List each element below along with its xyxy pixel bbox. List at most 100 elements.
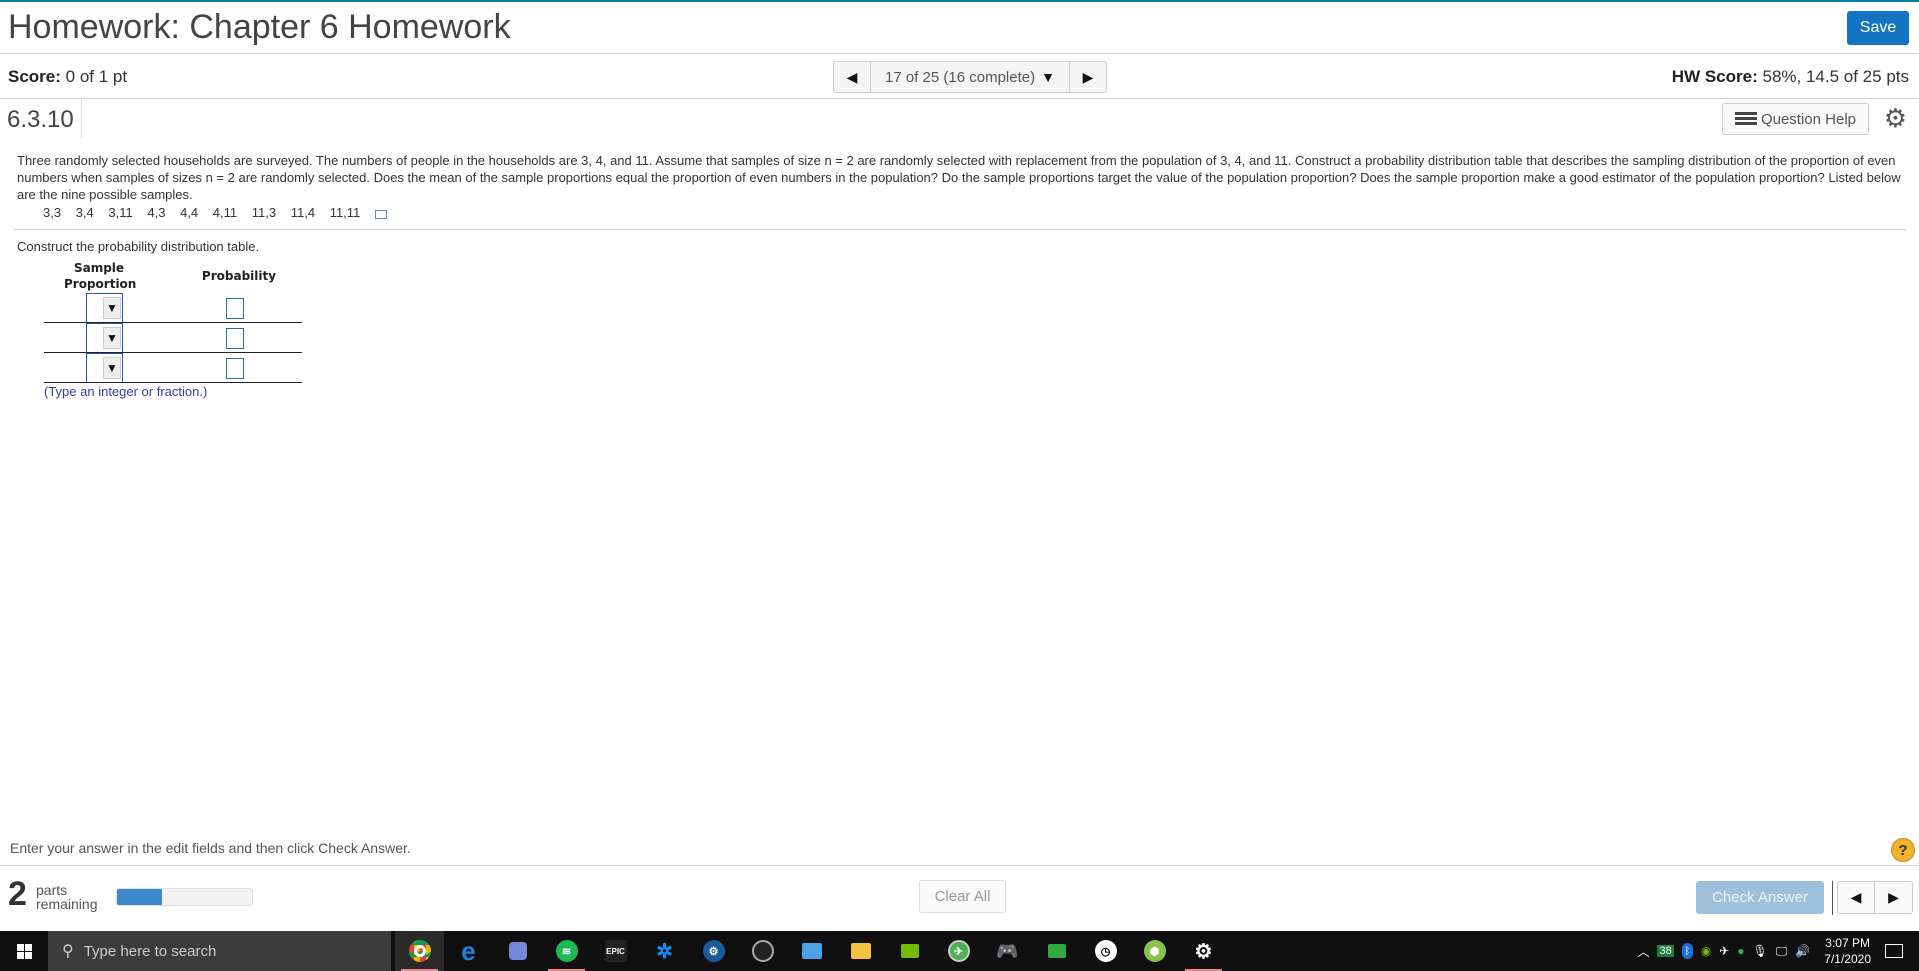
windows-taskbar: ⚲ Type here to search e ≋ EPIC ✲ ⚙ ✈ 🎮 ◷… <box>0 931 1919 971</box>
control-panel-icon <box>801 943 822 959</box>
search-icon: ⚲ <box>62 943 74 960</box>
taskbar-app-battle-net[interactable]: ✲ <box>640 931 689 971</box>
taskbar-app-edge[interactable]: e <box>444 931 493 971</box>
next-question-button[interactable]: ▶ <box>1875 882 1912 913</box>
search-placeholder: Type here to search <box>83 942 217 960</box>
gear-icon[interactable]: ⚙ <box>1884 105 1907 131</box>
taskbar-app-control-panel[interactable] <box>787 931 836 971</box>
parts-remaining-count: 2 <box>8 875 27 913</box>
system-clock[interactable]: 3:07 PM 7/1/2020 <box>1824 935 1871 967</box>
probability-input[interactable] <box>226 358 244 379</box>
question-bar: 6.3.10 Question Help ⚙ <box>0 100 1919 142</box>
caret-down-icon: ▼ <box>1041 69 1055 85</box>
taskbar-app-obs[interactable] <box>738 931 787 971</box>
question-help-button[interactable]: Question Help <box>1721 103 1869 135</box>
spotify-icon: ≋ <box>555 940 578 962</box>
answer-instruction: Construct the probability distribution t… <box>17 239 260 254</box>
column-header-sample-proportion: Sample Proportion <box>64 261 137 291</box>
spotify-tray-icon[interactable]: ● <box>1737 944 1744 958</box>
probability-input[interactable] <box>226 328 244 349</box>
taskbar-search-input[interactable]: ⚲ Type here to search <box>48 931 391 971</box>
copy-data-icon[interactable] <box>374 210 387 220</box>
remaining-label: remaining <box>36 896 98 912</box>
sample-list: 3,3 3,4 3,11 4,3 4,4 4,11 11,3 11,4 11,1… <box>43 205 398 220</box>
table-row: ▼ <box>44 323 302 353</box>
previous-question-button[interactable]: ◀ <box>1838 882 1875 913</box>
next-question-button[interactable]: ▶ <box>1068 62 1106 92</box>
chevron-up-icon[interactable]: ︿ <box>1637 943 1649 960</box>
microphone-icon[interactable]: 🎙 <box>1753 944 1768 958</box>
score-value: 0 of 1 pt <box>65 67 128 86</box>
table-row: ▼ <box>44 353 302 383</box>
taskbar-app-memory[interactable] <box>1032 931 1081 971</box>
taskbar-app-controller[interactable]: 🎮 <box>983 931 1032 971</box>
table-row: ▼ <box>44 293 302 323</box>
footer-navigator: ◀ ▶ <box>1837 881 1913 914</box>
sample-item: 11,3 <box>251 205 277 220</box>
score-label: Score: <box>8 67 61 86</box>
taskbar-app-nvidia[interactable] <box>885 931 934 971</box>
battle-net-icon: ✲ <box>656 940 673 963</box>
notification-center-icon[interactable] <box>1885 944 1903 958</box>
question-navigator: ◀ 17 of 25 (16 complete) ▼ ▶ <box>833 61 1107 93</box>
taskbar-app-discord[interactable] <box>493 931 542 971</box>
taskbar-app-tunnelbear[interactable]: ⬢ <box>1130 931 1179 971</box>
hw-score-value: 58%, 14.5 of 25 pts <box>1762 67 1910 86</box>
parts-progress-bar <box>116 888 253 906</box>
epic-games-icon: EPIC <box>604 940 627 962</box>
check-answer-button[interactable]: Check Answer <box>1696 881 1824 914</box>
taskbar-app-chrome[interactable] <box>395 931 444 971</box>
clock-icon: ◷ <box>1094 940 1117 962</box>
taskbar-app-settings[interactable]: ⚙ <box>1179 931 1228 971</box>
sample-proportion-dropdown[interactable]: ▼ <box>86 323 123 353</box>
tray-badge[interactable]: 38 <box>1657 945 1674 957</box>
caret-down-icon: ▼ <box>103 297 121 319</box>
progress-fill <box>117 889 162 905</box>
question-number: 6.3.10 <box>0 100 82 138</box>
taskbar-app-steam[interactable]: ⚙ <box>689 931 738 971</box>
sample-item: 3,3 <box>43 205 62 220</box>
sample-proportion-dropdown[interactable]: ▼ <box>86 353 123 383</box>
question-select-dropdown[interactable]: 17 of 25 (16 complete) ▼ <box>871 62 1069 92</box>
tunnelbear-icon: ⬢ <box>1143 940 1166 962</box>
divider <box>13 229 1906 230</box>
network-icon[interactable]: 🖵 <box>1776 944 1788 959</box>
taskbar-app-file-explorer[interactable] <box>836 931 885 971</box>
question-text: Three randomly selected households are s… <box>17 153 1901 202</box>
windows-logo-icon <box>16 943 32 959</box>
airplane-icon[interactable]: ✈ <box>1719 944 1729 958</box>
chrome-icon <box>408 940 431 962</box>
header: Homework: Chapter 6 Homework Save <box>0 2 1919 54</box>
sample-item: 11,4 <box>290 205 316 220</box>
separator <box>1832 881 1833 915</box>
page-title: Homework: Chapter 6 Homework <box>8 8 511 46</box>
clear-all-button[interactable]: Clear All <box>919 880 1006 913</box>
clock-date: 7/1/2020 <box>1824 952 1871 966</box>
sample-item: 4,3 <box>147 205 166 220</box>
probability-input[interactable] <box>226 298 244 319</box>
nvidia-tray-icon[interactable]: ◉ <box>1701 944 1711 958</box>
bluetooth-icon[interactable]: ᛒ <box>1681 943 1693 959</box>
sample-item: 4,4 <box>180 205 199 220</box>
settings-icon: ⚙ <box>1194 940 1213 963</box>
taskbar-app-epic-games[interactable]: EPIC <box>591 931 640 971</box>
start-button[interactable] <box>0 931 48 971</box>
sample-item: 11,11 <box>329 205 361 220</box>
taskbar-app-clock[interactable]: ◷ <box>1081 931 1130 971</box>
taskbar-app-xbox[interactable]: ✈ <box>934 931 983 971</box>
list-icon <box>1734 112 1757 126</box>
xbox-icon: ✈ <box>947 940 970 962</box>
parts-label: parts <box>36 882 68 898</box>
divider <box>0 865 1919 866</box>
sample-proportion-dropdown[interactable]: ▼ <box>86 293 123 323</box>
volume-icon[interactable]: 🔊 <box>1795 944 1810 958</box>
previous-question-button[interactable]: ◀ <box>834 62 871 92</box>
help-question-icon[interactable]: ? <box>1891 838 1915 862</box>
gamepad-icon: 🎮 <box>996 940 1019 961</box>
caret-down-icon: ▼ <box>103 357 121 379</box>
triangle-right-icon: ▶ <box>1082 68 1094 85</box>
nvidia-icon <box>900 944 919 958</box>
hw-score: HW Score: 58%, 14.5 of 25 pts <box>1672 67 1909 87</box>
taskbar-app-spotify[interactable]: ≋ <box>542 931 591 971</box>
save-button[interactable]: Save <box>1847 11 1909 45</box>
